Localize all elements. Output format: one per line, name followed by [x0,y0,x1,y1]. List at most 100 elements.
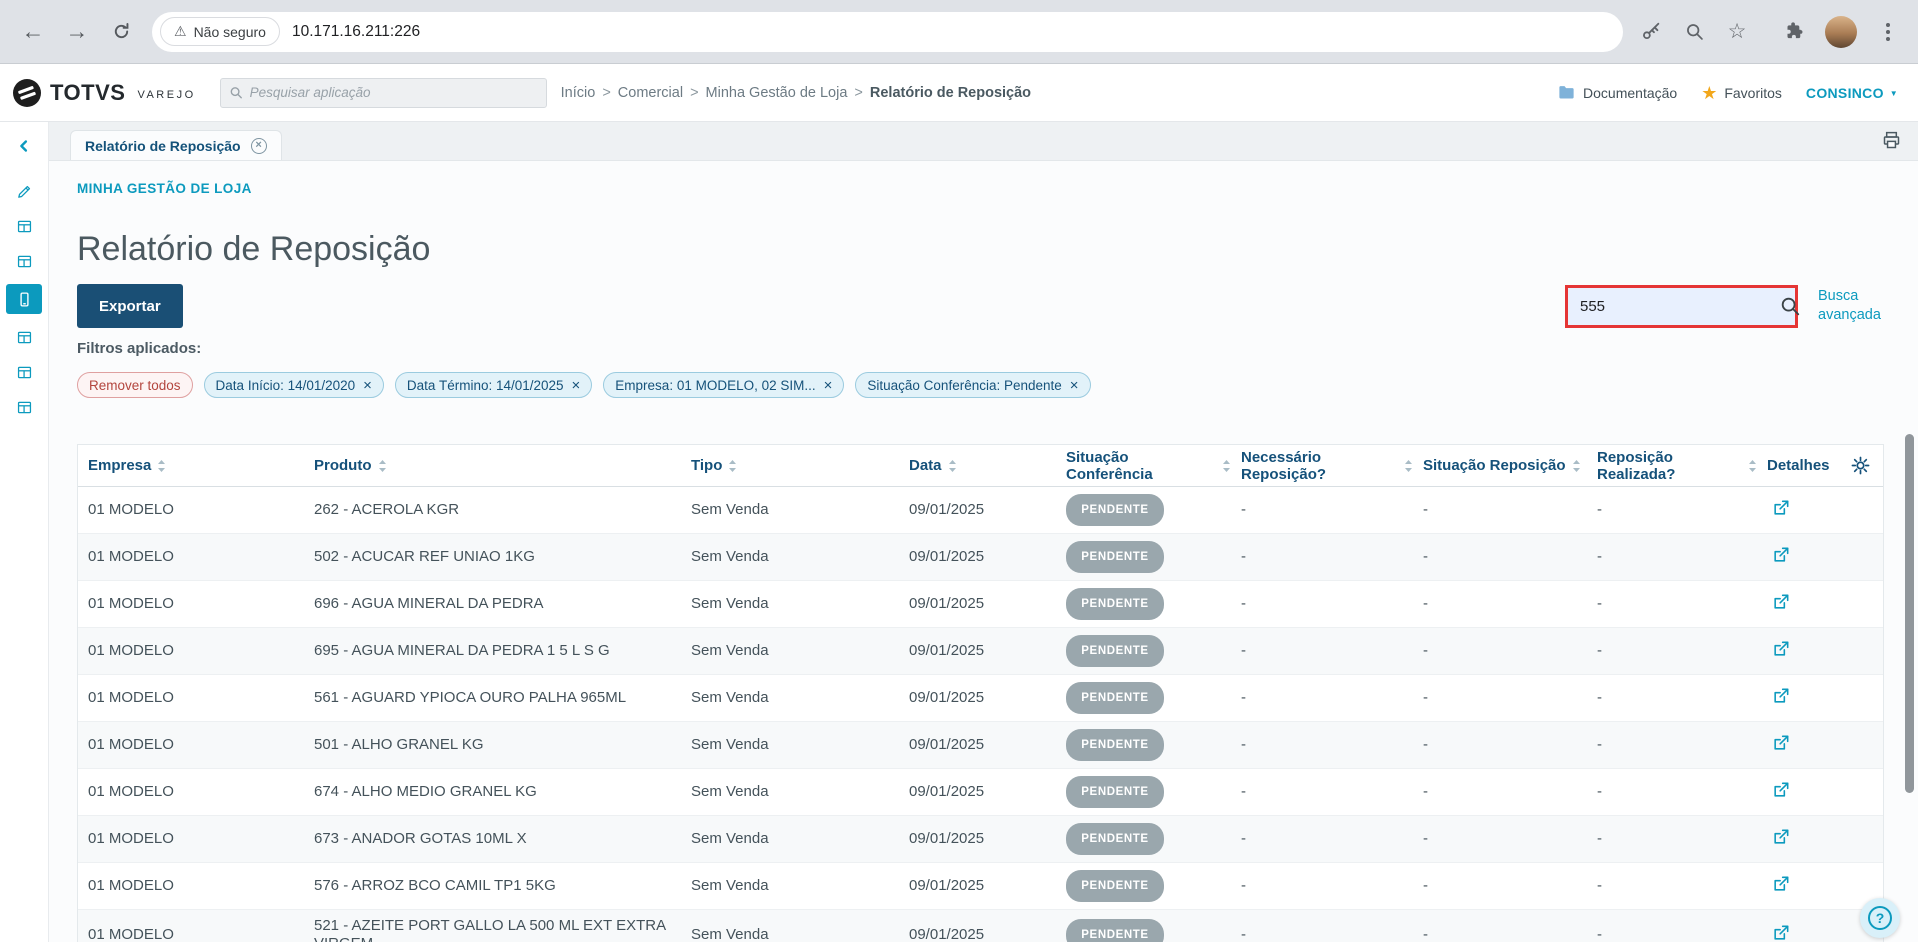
cell-empresa: 01 MODELO [88,595,174,612]
cell-tipo: Sem Venda [691,830,769,847]
sidebar-active-module-icon[interactable] [6,284,42,314]
documentation-link[interactable]: Documentação [1557,83,1677,102]
sidebar-grid-icon-5[interactable] [7,395,41,419]
browser-back-button[interactable]: ← [14,13,52,51]
status-badge: PENDENTE [1066,682,1164,714]
cell-reposicao-realizada: - [1597,877,1602,894]
table-settings-gear-icon[interactable] [1851,456,1870,480]
cell-situacao-conferencia: PENDENTE [1056,628,1231,674]
cell-detalhes [1757,679,1862,718]
breadcrumb-item[interactable]: Minha Gestão de Loja > [706,85,870,101]
favorites-link[interactable]: ★ Favoritos [1701,84,1782,102]
breadcrumb-item[interactable]: Comercial > [618,85,706,101]
details-external-link-icon[interactable] [1767,733,1791,753]
app-search-input[interactable] [249,85,538,100]
sort-icon[interactable] [948,459,957,473]
details-external-link-icon[interactable] [1767,686,1791,706]
advanced-search-link[interactable]: Busca avançada [1818,287,1884,325]
details-external-link-icon[interactable] [1767,545,1791,565]
sidebar-tools-pencil-icon[interactable] [7,179,41,203]
breadcrumb-item[interactable]: Relatório de Reposição > [870,85,1031,101]
status-badge: PENDENTE [1066,541,1164,573]
remove-all-filters-chip[interactable]: Remover todos [77,372,193,398]
quick-search-input[interactable] [1568,297,1779,315]
security-chip[interactable]: ⚠ Não seguro [160,17,280,46]
table-row: 01 MODELO 561 - AGUARD YPIOCA OURO PALHA… [78,675,1883,722]
report-table: Empresa Produto Tipo Data Situação Confe… [77,444,1884,942]
cell-situacao-reposicao: - [1423,736,1428,753]
chip-close-icon[interactable]: × [572,378,581,393]
column-header[interactable]: Situação Conferência [1056,449,1231,483]
filter-chip: Empresa: 01 MODELO, 02 SIM... × [603,372,845,398]
totvs-logo-icon [13,78,41,107]
help-question-icon: ? [1868,906,1892,930]
browser-forward-button[interactable]: → [58,13,96,51]
sort-icon[interactable] [728,459,737,473]
sidebar-grid-icon-3[interactable] [7,325,41,349]
sidebar-grid-icon-4[interactable] [7,360,41,384]
browser-menu-icon[interactable] [1876,20,1900,44]
sidebar-grid-icon-2[interactable] [7,249,41,273]
quick-search-button[interactable] [1779,288,1801,325]
chip-close-icon[interactable]: × [1070,378,1079,393]
sort-icon[interactable] [1222,459,1231,473]
column-header[interactable]: Detalhes [1757,457,1862,474]
vertical-scrollbar-thumb[interactable] [1905,434,1914,793]
chip-close-icon[interactable]: × [824,378,833,393]
tab-label: Relatório de Reposição [85,137,241,154]
cell-situacao-conferencia: PENDENTE [1056,487,1231,533]
breadcrumb-item[interactable]: Início > [561,85,618,101]
cell-reposicao-realizada: - [1597,501,1602,518]
details-external-link-icon[interactable] [1767,874,1791,894]
details-external-link-icon[interactable] [1767,592,1791,612]
browser-address-bar[interactable]: ⚠ Não seguro 10.171.16.211:226 [152,11,1623,52]
zoom-icon[interactable] [1682,20,1706,44]
app-search-box[interactable] [219,77,547,108]
browser-refresh-button[interactable] [102,13,140,51]
bookmark-star-icon[interactable]: ☆ [1725,20,1749,44]
browser-actions: ☆ [1639,15,1904,48]
totvs-logo[interactable]: TOTVS VAREJO [12,78,196,108]
cell-reposicao-realizada: - [1597,926,1602,942]
column-header[interactable]: Data [899,457,1056,474]
details-external-link-icon[interactable] [1767,923,1791,942]
cell-empresa: 01 MODELO [88,736,174,753]
column-header[interactable]: Necessário Reposição? [1231,449,1413,483]
sort-icon[interactable] [157,459,166,473]
print-icon[interactable] [1881,130,1902,156]
cell-reposicao-realizada: - [1597,736,1602,753]
cell-produto: 695 - AGUA MINERAL DA PEDRA 1 5 L S G [314,642,610,659]
cell-detalhes [1757,632,1862,671]
cell-reposicao-realizada: - [1597,783,1602,800]
sort-icon[interactable] [1572,459,1581,473]
extensions-icon[interactable] [1782,20,1806,44]
column-header[interactable]: Tipo [681,457,899,474]
profile-avatar[interactable] [1825,15,1857,48]
tab-relatorio-de-reposicao[interactable]: Relatório de Reposição × [70,130,282,160]
header-right: Documentação ★ Favoritos CONSINCO ▼ [1557,83,1898,102]
sidebar-grid-icon-1[interactable] [7,214,41,238]
details-external-link-icon[interactable] [1767,827,1791,847]
cell-data: 09/01/2025 [909,877,985,894]
sort-icon[interactable] [1404,459,1413,473]
breadcrumb-separator: > [602,84,611,101]
quick-search-box[interactable] [1568,287,1800,325]
column-header[interactable]: Empresa [78,457,304,474]
help-button[interactable]: ? [1860,898,1900,938]
sort-icon[interactable] [1748,459,1757,473]
password-key-icon[interactable] [1639,20,1663,44]
details-external-link-icon[interactable] [1767,639,1791,659]
account-menu[interactable]: CONSINCO ▼ [1806,85,1898,101]
export-button[interactable]: Exportar [77,284,183,328]
column-header[interactable]: Produto [304,457,681,474]
section-link[interactable]: MINHA GESTÃO DE LOJA [77,181,1918,196]
sort-icon[interactable] [378,459,387,473]
column-header[interactable]: Situação Reposição [1413,457,1587,474]
tab-close-icon[interactable]: × [250,137,267,154]
chip-close-icon[interactable]: × [363,378,372,393]
column-header[interactable]: Reposição Realizada? [1587,449,1757,483]
details-external-link-icon[interactable] [1767,498,1791,518]
details-external-link-icon[interactable] [1767,780,1791,800]
sidebar-collapse-chevron-icon[interactable] [7,134,41,158]
cell-produto: 576 - ARROZ BCO CAMIL TP1 5KG [314,877,556,894]
